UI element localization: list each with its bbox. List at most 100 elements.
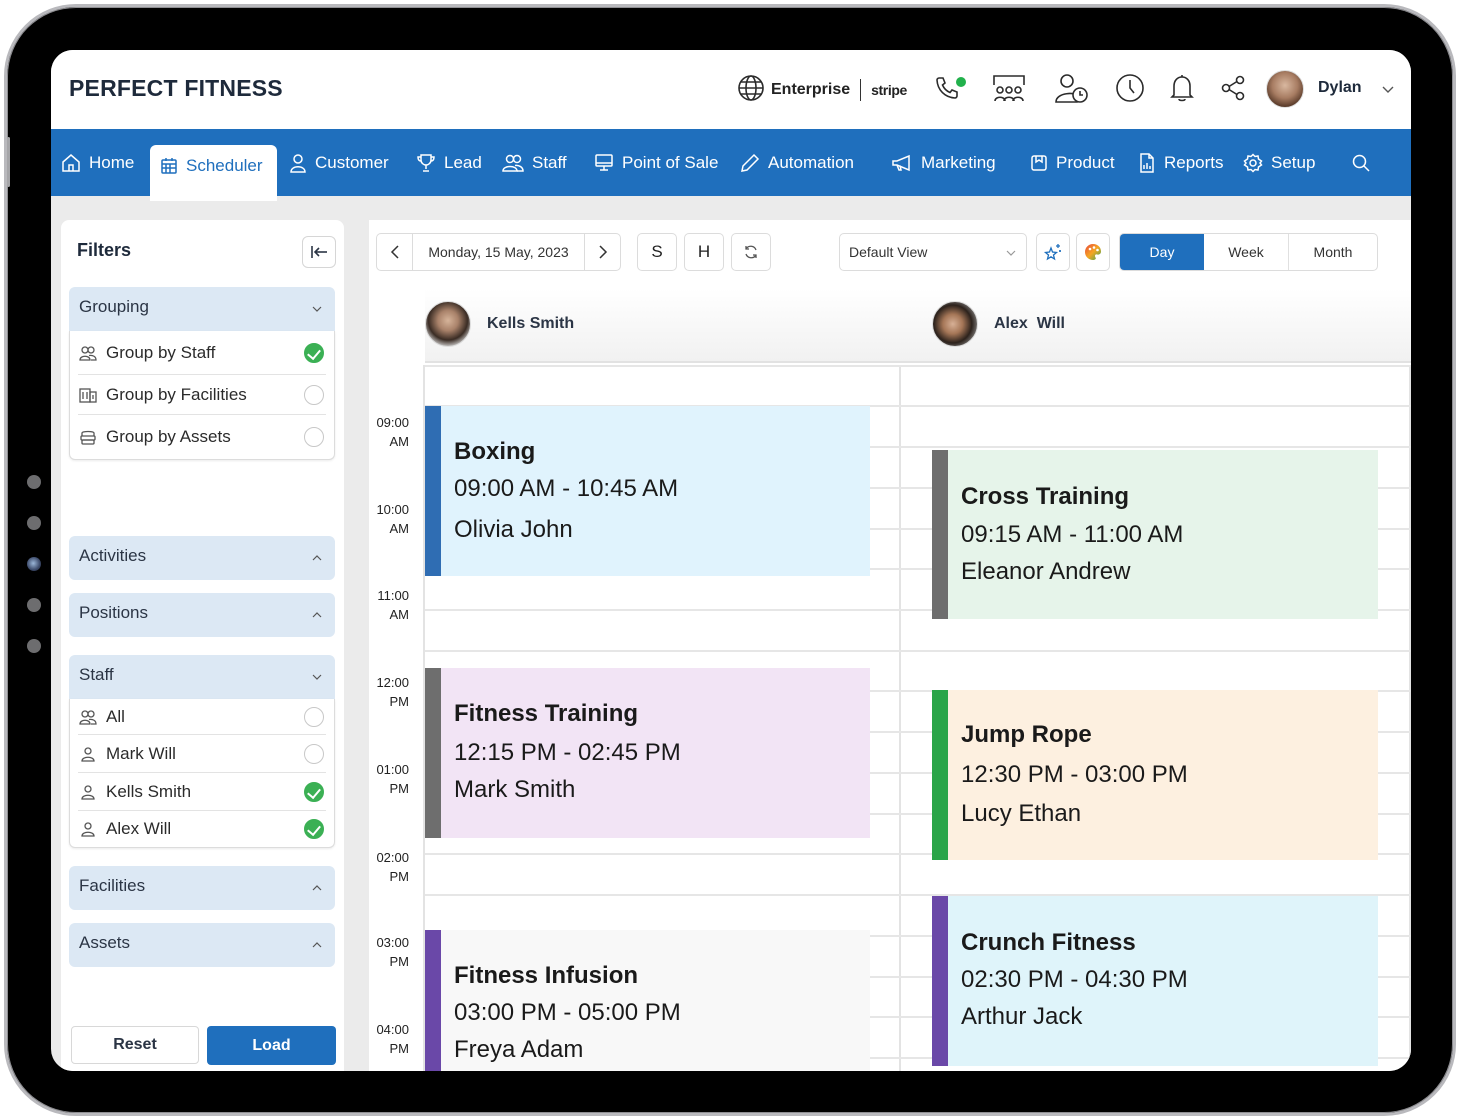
grid-line [425,650,1411,652]
s-button[interactable]: S [637,233,677,271]
event-person: Freya Adam [454,1036,584,1063]
plan-indicator[interactable]: Enterprise stripe [737,72,907,108]
nav-product[interactable]: Product [1030,129,1115,196]
next-day-button[interactable] [584,234,620,270]
accordion-staff[interactable]: Staff [69,655,335,699]
nav-marketing[interactable]: Marketing [891,129,996,196]
reset-button[interactable]: Reset [71,1026,199,1064]
event-title: Jump Rope [961,721,1092,748]
user-icon [78,744,98,764]
user-avatar[interactable] [1266,70,1304,108]
event-person: Mark Smith [454,776,576,803]
notifications-button[interactable] [1164,72,1200,108]
unselected-radio[interactable] [304,707,324,727]
previous-day-button[interactable] [377,234,413,270]
current-date[interactable]: Monday, 15 May, 2023 [413,234,584,270]
event-card[interactable]: Fitness Training 12:15 PM - 02:45 PM Mark … [425,668,870,838]
box-icon [1031,154,1047,171]
view-select[interactable]: Default View [839,233,1027,271]
chevron-up-icon [312,612,322,618]
unselected-radio[interactable] [304,427,324,447]
presence-dot [956,77,966,87]
selected-check[interactable] [304,782,324,802]
staff-schedule-button[interactable] [1053,72,1089,108]
event-card[interactable]: Jump Rope 12:30 PM - 03:00 PM Lucy Ethan [932,690,1378,860]
option-staff-mark-will[interactable]: Mark Will [78,735,326,773]
load-button[interactable]: Load [207,1026,336,1065]
accordion-title: Activities [79,546,147,565]
event-card[interactable]: Boxing 09:00 AM - 10:45 AM Olivia John [425,406,870,576]
sensor-dot [27,475,41,489]
chevron-down-icon[interactable] [1381,82,1395,96]
divider [860,79,862,101]
color-theme-button[interactable] [1076,233,1110,271]
event-title: Boxing [454,438,536,465]
mode-day-button[interactable]: Day [1120,234,1204,270]
nav-automation[interactable]: Automation [740,129,854,196]
nav-reports[interactable]: Reports [1138,129,1224,196]
option-staff-kells-smith[interactable]: Kells Smith [78,773,326,811]
favorites-button[interactable] [1036,233,1070,271]
event-card[interactable]: Crunch Fitness 02:30 PM - 04:30 PM Arthur … [932,896,1378,1066]
selected-check[interactable] [304,343,324,363]
selected-check[interactable] [304,819,324,839]
history-button[interactable] [1112,72,1148,108]
nav-home[interactable]: Home [61,129,134,196]
user-name[interactable]: Dylan [1318,79,1362,97]
option-staff-all[interactable]: All [78,699,326,735]
event-card[interactable]: Fitness Infusion 03:00 PM - 05:00 PM Freya… [425,930,870,1071]
time-label-ampm: PM [389,694,410,709]
option-group-by-facilities[interactable]: Group by Facilities [78,375,326,415]
assets-icon [78,427,98,447]
option-staff-alex-will[interactable]: Alex Will [78,811,326,847]
event-color-bar [932,896,948,1066]
trophy-icon [417,153,435,172]
nav-customer[interactable]: Customer [289,129,389,196]
chevron-right-icon [598,245,607,259]
nav-setup[interactable]: Setup [1243,129,1315,196]
monitor-icon [595,153,613,171]
nav-point-of-sale[interactable]: Point of Sale [594,129,718,196]
event-title: Fitness Training [454,700,639,727]
collapse-sidebar-button[interactable] [302,236,336,268]
time-label-hour: 10:00 [376,502,409,517]
users-icon [78,707,98,727]
clock-icon [1115,73,1145,108]
home-icon [62,153,80,172]
time-label-hour: 04:00 [376,1022,409,1037]
grouping-options: Group by Staff Group by Facilities Group… [69,331,335,460]
schedule-grid: 09:00 AM 10:00 AM 11:00 AM 12:00 PM 01:00 PM 02:00… [369,365,1411,1071]
option-group-by-staff[interactable]: Group by Staff [78,331,326,375]
unselected-radio[interactable] [304,744,324,764]
accordion-assets[interactable]: Assets [69,923,335,967]
phone-button[interactable] [929,72,966,108]
time-ruler: 09:00 AM 10:00 AM 11:00 AM 12:00 PM 01:00 PM 02:00… [369,365,425,1071]
event-person: Eleanor Andrew [961,558,1131,585]
event-card[interactable]: Cross Training 09:15 AM - 11:00 AM Eleanor… [932,450,1378,619]
accordion-positions[interactable]: Positions [69,593,335,637]
nav-staff[interactable]: Staff [502,129,567,196]
group-meeting-button[interactable] [991,72,1027,108]
refresh-button[interactable] [731,233,771,271]
mode-week-button[interactable]: Week [1204,234,1288,270]
unselected-radio[interactable] [304,385,324,405]
share-icon [1219,74,1247,107]
time-label-hour: 11:00 [377,588,409,603]
mode-month-button[interactable]: Month [1288,234,1377,270]
event-person: Olivia John [454,516,573,543]
nav-search-button[interactable] [1351,129,1371,196]
event-color-bar [425,668,441,838]
accordion-activities[interactable]: Activities [69,536,335,580]
option-group-by-assets[interactable]: Group by Assets [78,415,326,459]
accordion-grouping[interactable]: Grouping [69,287,335,331]
share-button[interactable] [1215,72,1251,108]
accordion-facilities[interactable]: Facilities [69,866,335,910]
chevron-up-icon [312,942,322,948]
event-time: 12:15 PM - 02:45 PM [454,739,681,766]
nav-lead[interactable]: Lead [416,129,482,196]
event-title: Crunch Fitness [961,929,1136,956]
time-label: 03:00 PM [376,933,409,971]
nav-scheduler[interactable]: Scheduler [150,145,277,201]
chevron-down-icon [1006,250,1016,256]
h-button[interactable]: H [684,233,724,271]
